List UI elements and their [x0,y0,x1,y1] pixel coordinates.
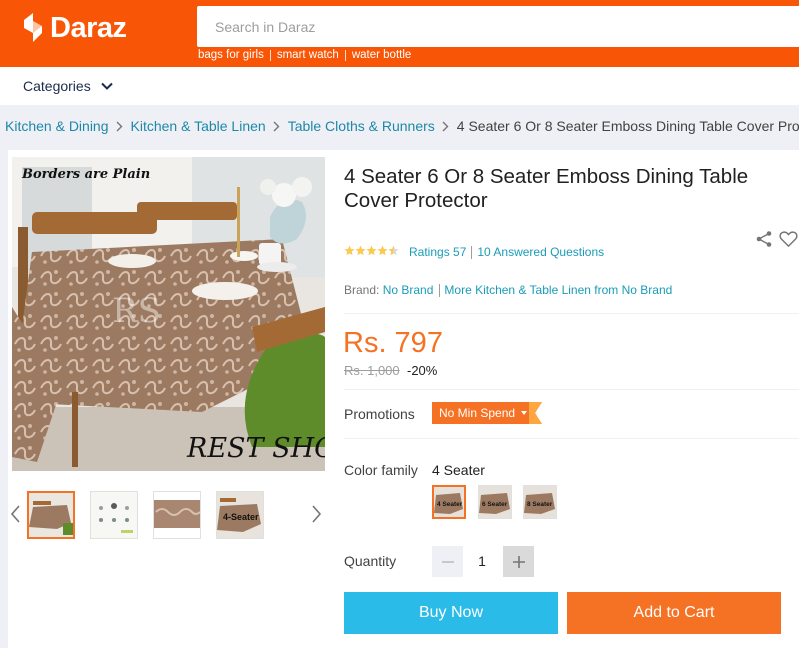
chevron-right-icon [435,121,457,132]
heart-icon[interactable] [779,230,798,248]
image-overlay-text: Borders are Plain [21,167,150,182]
rating-stars[interactable] [344,245,399,256]
color-swatch-6-seater[interactable]: 6 Seater [478,485,512,519]
suggestion-link[interactable]: water bottle [346,49,417,61]
star-half-icon [388,245,399,256]
main-product-image[interactable]: Borders are Plain RS REST SHOP [12,157,325,471]
chevron-right-icon [266,121,288,132]
category-bar: Categories [0,67,799,105]
breadcrumb: Kitchen & Dining Kitchen & Table Linen T… [5,118,799,134]
quantity-decrease-button[interactable] [432,546,463,577]
add-to-cart-button[interactable]: Add to Cart [567,592,781,634]
buy-now-button[interactable]: Buy Now [344,592,558,634]
breadcrumb-link[interactable]: Kitchen & Dining [5,118,109,134]
search-box[interactable] [197,6,799,47]
chevron-left-icon[interactable] [8,503,24,525]
current-price: Rs. 797 [343,327,443,359]
product-thumbnail[interactable] [153,491,201,539]
top-header: Daraz bags for girls smart watch water b… [0,0,799,67]
breadcrumb-link[interactable]: Table Cloths & Runners [288,118,435,134]
chevron-right-icon[interactable] [308,503,324,525]
chevron-right-icon [109,121,131,132]
divider [344,313,799,314]
ratings-summary: Ratings 57 10 Answered Questions [409,245,604,259]
thumbnail-label: 4-Seater [223,512,259,522]
quantity-value[interactable]: 1 [465,553,499,569]
promotion-tag[interactable]: No Min Spend [432,402,542,424]
swatch-label: 6 Seater [482,501,508,508]
promotion-tag-label: No Min Spend [439,406,516,420]
image-watermark-text: RS [112,291,161,331]
color-family-value: 4 Seater [432,462,485,478]
share-icon[interactable] [755,230,773,248]
quantity-label: Quantity [344,553,397,569]
original-price: Rs. 1,000 [344,363,400,378]
breadcrumb-link[interactable]: Kitchen & Table Linen [131,118,266,134]
quantity-increase-button[interactable] [503,546,534,577]
separator [471,245,473,259]
brand-row: Brand: No Brand More Kitchen & Table Lin… [344,283,672,297]
star-icon [377,245,388,256]
search-input[interactable] [197,6,799,47]
swatch-label: 8 Seater [527,501,553,508]
suggestion-separator [269,49,271,61]
divider [344,438,799,439]
minus-icon [441,560,454,563]
divider [344,389,799,390]
ratings-link[interactable]: Ratings 57 [409,245,466,259]
product-thumbnail[interactable] [27,491,75,539]
star-icon [366,245,377,256]
promotions-label: Promotions [344,406,415,422]
image-overlay-text: REST SHOP [186,433,325,464]
questions-link[interactable]: 10 Answered Questions [477,245,604,259]
plus-icon [512,555,525,568]
product-thumbnail[interactable] [90,491,138,539]
daraz-logo[interactable]: Daraz [22,11,127,45]
chevron-down-icon [100,82,113,90]
brand-label: Brand: [344,283,380,297]
suggestion-link[interactable]: bags for girls [198,49,270,61]
product-title: 4 Seater 6 Or 8 Seater Emboss Dining Tab… [344,165,749,212]
brand-link[interactable]: No Brand [383,283,434,297]
breadcrumb-current: 4 Seater 6 Or 8 Seater Emboss Dining Tab… [456,118,799,134]
more-from-brand-link[interactable]: More Kitchen & Table Linen from No Brand [444,283,672,297]
product-thumbnail[interactable]: 4-Seater [216,491,264,539]
color-swatch-8-seater[interactable]: 8 Seater [523,485,557,519]
search-suggestions: bags for girls smart watch water bottle [198,49,417,61]
discount-percent: -20% [407,363,438,378]
swatch-label: 4 Seater [437,501,463,508]
color-family-label: Color family [344,462,418,478]
suggestion-link[interactable]: smart watch [271,49,345,61]
star-icon [355,245,366,256]
categories-label: Categories [23,78,91,94]
daraz-logo-icon [24,13,42,42]
logo-text: Daraz [50,11,127,44]
color-swatch-4-seater[interactable]: 4 Seater [432,485,466,519]
separator [439,283,441,297]
categories-dropdown[interactable]: Categories [23,78,113,94]
suggestion-separator [344,49,346,61]
star-icon [344,245,355,256]
